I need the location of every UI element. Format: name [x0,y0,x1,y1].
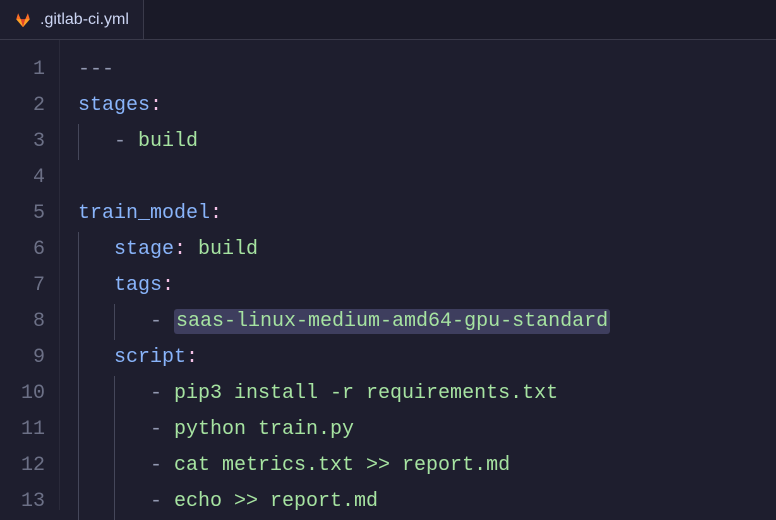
token: - [114,130,138,153]
line-number: 12 [0,448,59,484]
line-content: - build [78,130,198,153]
token: python train.py [174,418,354,441]
code-line[interactable]: - pip3 install -r requirements.txt [78,376,776,412]
gitlab-icon [14,11,32,29]
line-content: stages: [78,94,162,117]
code-line[interactable]: --- [78,52,776,88]
indent-guide [114,412,115,448]
token: train_model [78,202,210,225]
token: tags [114,274,162,297]
indent-guide [78,340,79,376]
token: - [150,454,174,477]
tab-filename: .gitlab-ci.yml [40,11,129,29]
line-number-gutter: 12345678910111213 [0,40,60,510]
code-editor[interactable]: 12345678910111213 ---stages:- buildtrain… [0,40,776,510]
token: build [138,130,198,153]
line-number: 7 [0,268,59,304]
indent-guide [78,124,79,160]
token: : [162,274,174,297]
indent-guide [78,232,79,268]
line-content: stage: build [78,238,258,261]
line-number: 8 [0,304,59,340]
line-number: 13 [0,484,59,520]
token: : [186,346,198,369]
token: build [198,238,258,261]
line-number: 11 [0,412,59,448]
line-number: 10 [0,376,59,412]
token: saas-linux-medium-amd64-gpu-standard [174,309,610,334]
line-number: 5 [0,196,59,232]
file-tab[interactable]: .gitlab-ci.yml [0,0,144,39]
indent-guide [78,412,79,448]
token: : [150,94,162,117]
code-line[interactable]: stages: [78,88,776,124]
line-number: 6 [0,232,59,268]
line-content: - saas-linux-medium-amd64-gpu-standard [78,310,610,333]
indent-guide [114,376,115,412]
indent-guide [78,448,79,484]
code-area[interactable]: ---stages:- buildtrain_model:stage: buil… [60,40,776,510]
token: - [150,382,174,405]
token: script [114,346,186,369]
indent-guide [114,304,115,340]
code-line[interactable]: - build [78,124,776,160]
line-number: 9 [0,340,59,376]
line-content: - python train.py [78,418,354,441]
line-content: train_model: [78,202,222,225]
token: stage [114,238,174,261]
code-line[interactable]: script: [78,340,776,376]
code-line[interactable] [78,160,776,196]
tab-bar: .gitlab-ci.yml [0,0,776,40]
line-content: - pip3 install -r requirements.txt [78,382,558,405]
token: - [150,418,174,441]
indent-guide [78,304,79,340]
indent-guide [78,376,79,412]
indent-guide [78,484,79,520]
code-line[interactable]: - echo >> report.md [78,484,776,520]
token: stages [78,94,150,117]
token: --- [78,58,114,81]
indent-guide [114,484,115,520]
indent-guide [78,268,79,304]
code-line[interactable]: - cat metrics.txt >> report.md [78,448,776,484]
line-number: 1 [0,52,59,88]
code-line[interactable]: tags: [78,268,776,304]
token: cat metrics.txt >> report.md [174,454,510,477]
token: pip3 install -r requirements.txt [174,382,558,405]
code-line[interactable]: train_model: [78,196,776,232]
line-number: 4 [0,160,59,196]
code-line[interactable]: - saas-linux-medium-amd64-gpu-standard [78,304,776,340]
token: : [210,202,222,225]
indent-guide [114,448,115,484]
line-number: 2 [0,88,59,124]
code-line[interactable]: stage: build [78,232,776,268]
line-content: tags: [78,274,174,297]
token: : [174,238,198,261]
line-content: - cat metrics.txt >> report.md [78,454,510,477]
token: - [150,310,174,333]
line-number: 3 [0,124,59,160]
line-content: script: [78,346,198,369]
line-content: --- [78,58,114,81]
code-line[interactable]: - python train.py [78,412,776,448]
